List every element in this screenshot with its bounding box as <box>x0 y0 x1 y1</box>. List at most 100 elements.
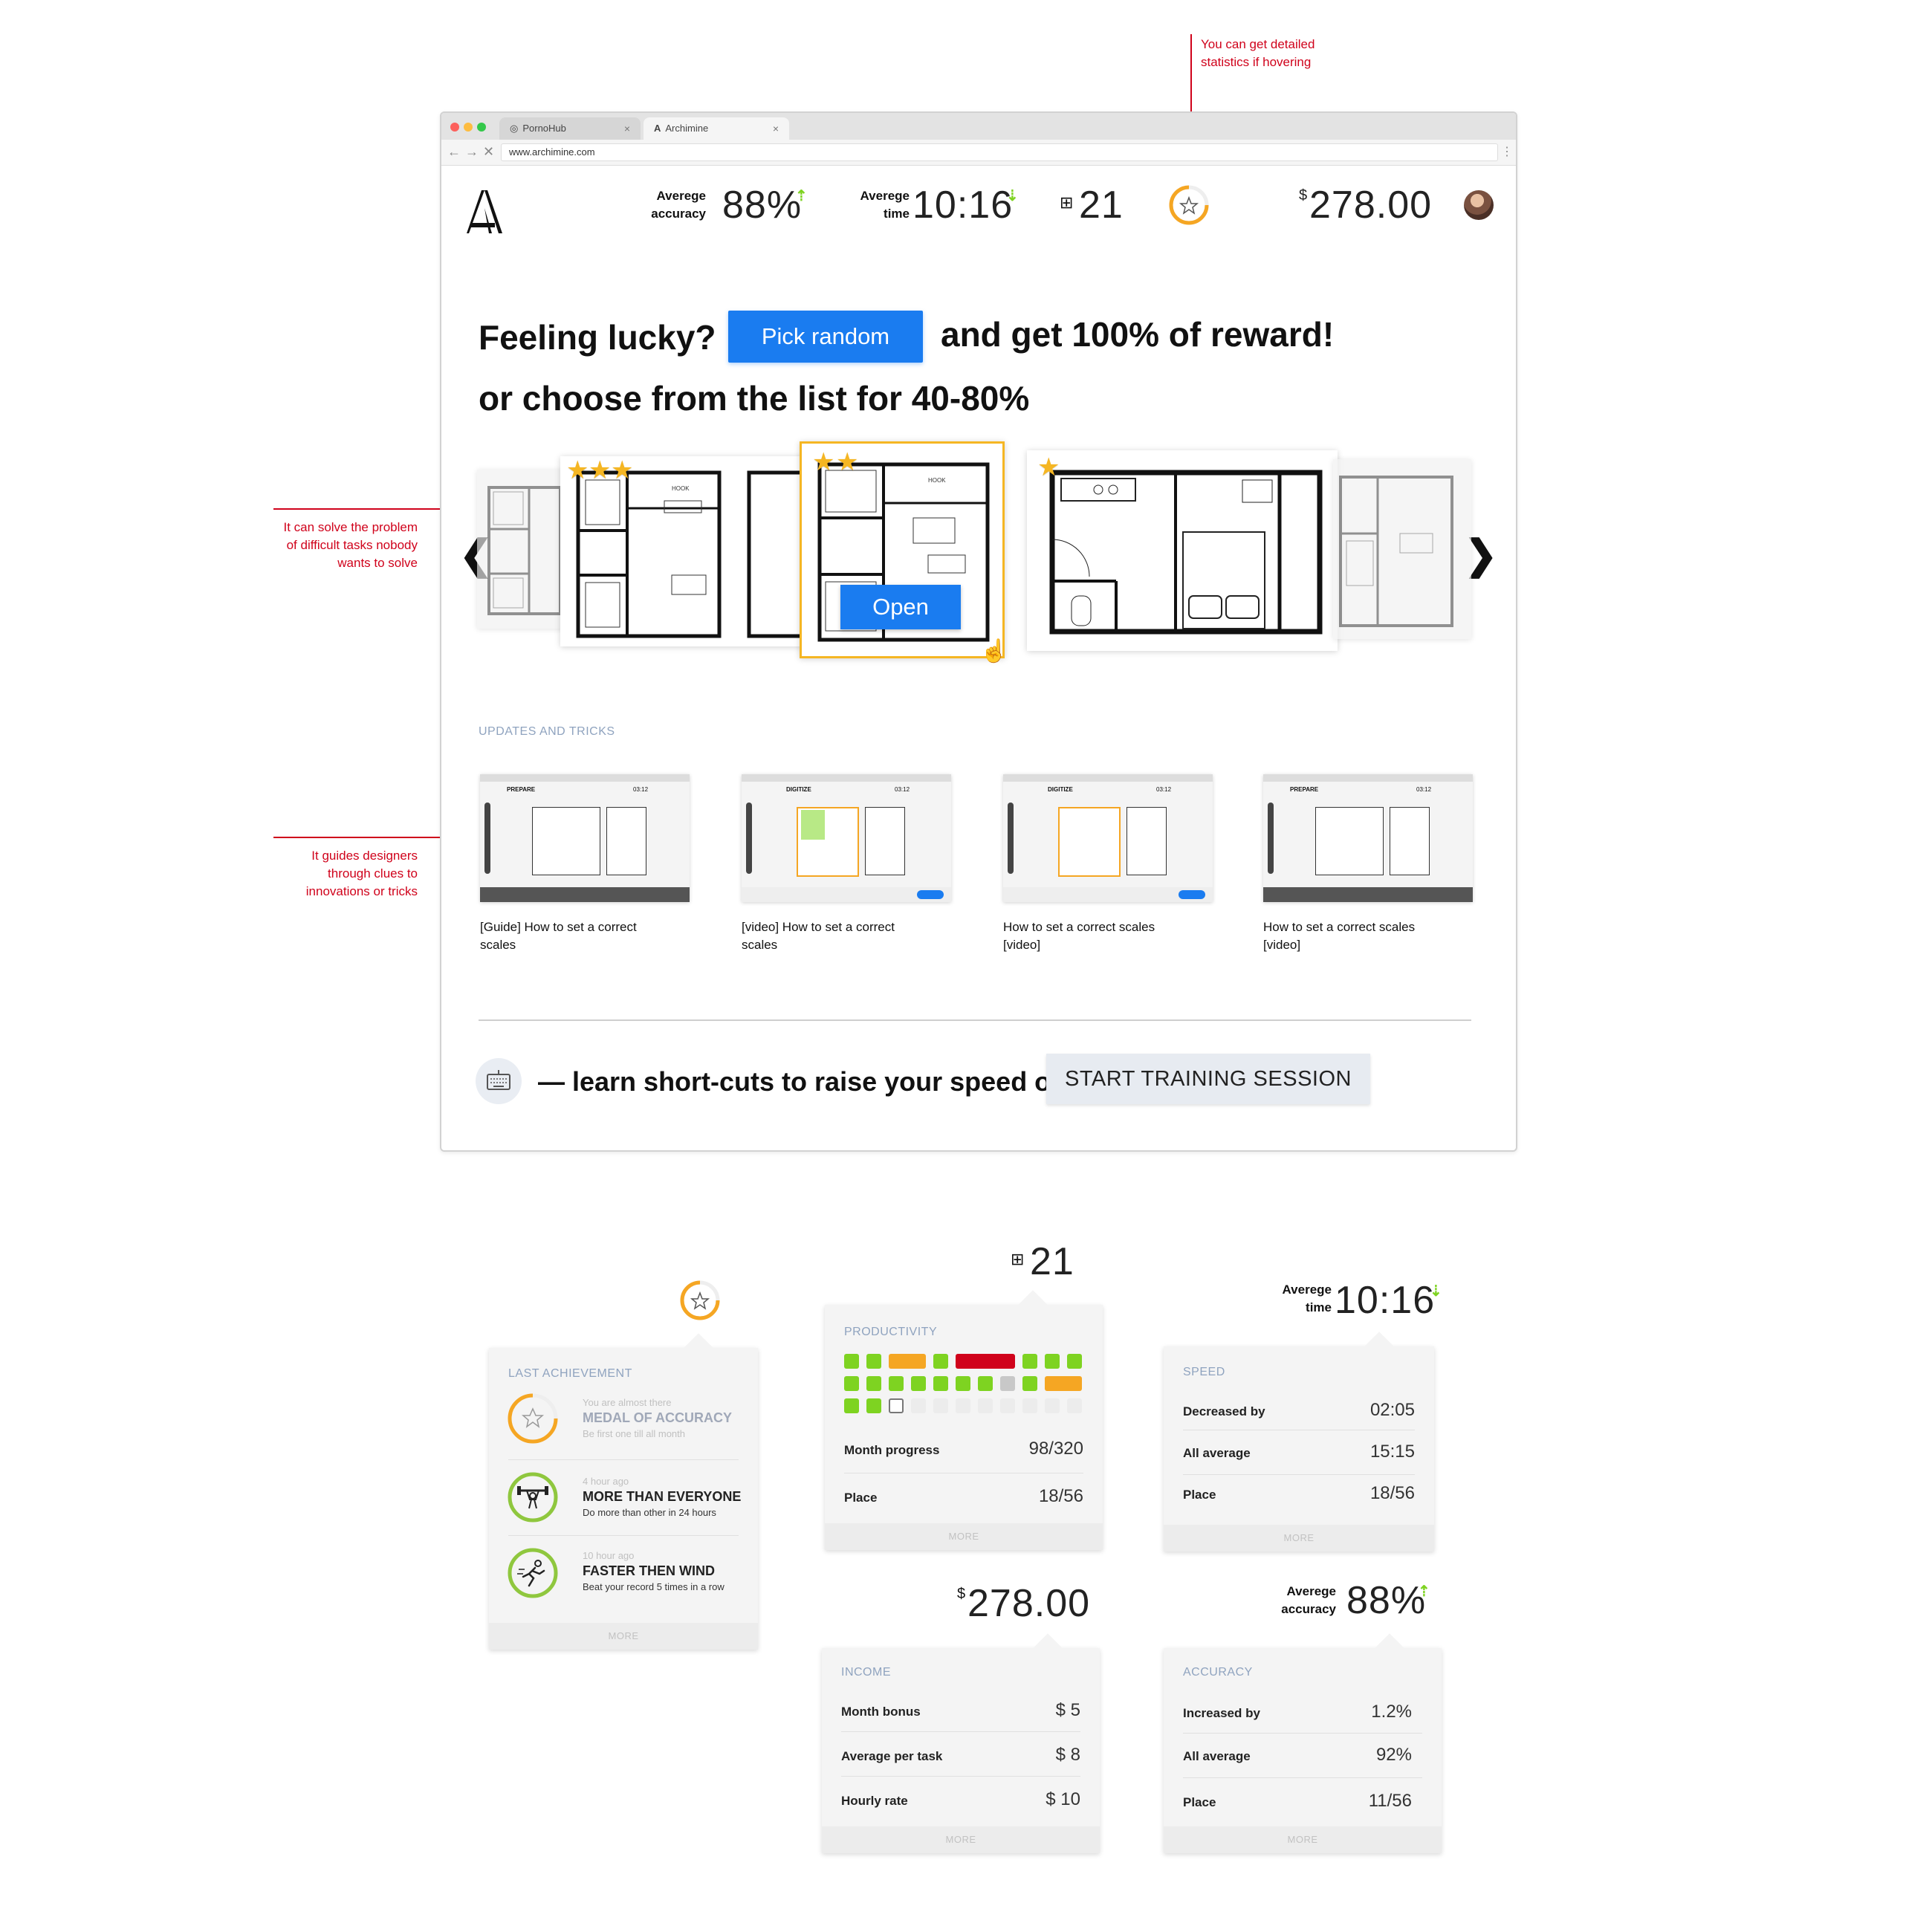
update-title[interactable]: How to set a correct scales [video] <box>1263 918 1415 954</box>
more-link[interactable]: MORE <box>489 1623 758 1650</box>
browser-menu-icon[interactable]: ⋮ <box>1501 144 1513 159</box>
address-bar-row: ← → ✕ www.archimine.com ⋮ <box>441 140 1516 166</box>
url-input[interactable]: www.archimine.com <box>501 143 1498 161</box>
task-card[interactable]: HOOK ★ ★ ★ <box>560 456 805 646</box>
productivity-cell <box>844 1376 859 1391</box>
minimize-window-dot[interactable] <box>464 123 473 132</box>
stat-row-label: Place <box>844 1491 878 1505</box>
productivity-cell <box>978 1376 993 1391</box>
stat-row-label: Place <box>1183 1488 1216 1502</box>
stat-row-value: 15:15 <box>1369 1442 1415 1462</box>
tasks-value[interactable]: 21 <box>1079 184 1124 226</box>
productivity-cell <box>978 1398 993 1413</box>
achievement-medal-icon[interactable] <box>1168 184 1210 226</box>
stop-icon[interactable]: ✕ <box>483 144 494 160</box>
thumb-browser-bar <box>480 774 690 782</box>
close-tab-icon[interactable]: × <box>773 117 779 140</box>
stat-row-value: $ 5 <box>1055 1700 1080 1720</box>
stat-row-label: All average <box>1183 1446 1251 1460</box>
section-divider <box>479 1019 1471 1021</box>
popover-title: SPEED <box>1183 1366 1225 1378</box>
back-arrow-icon[interactable]: ← <box>447 144 461 160</box>
update-title[interactable]: [Guide] How to set a correct scales <box>480 918 637 954</box>
productivity-cell <box>1022 1376 1037 1391</box>
browser-tab-2[interactable]: A Archimine × <box>644 117 789 140</box>
task-card[interactable]: ★ <box>1027 450 1338 651</box>
more-link[interactable]: MORE <box>1164 1826 1442 1853</box>
productivity-cell <box>933 1398 948 1413</box>
achievement-title: MORE THAN EVERYONE <box>583 1489 742 1504</box>
close-tab-icon[interactable]: × <box>624 117 630 140</box>
more-link[interactable]: MORE <box>822 1826 1100 1853</box>
user-avatar[interactable] <box>1464 190 1494 220</box>
stat-row-label: All average <box>1183 1749 1251 1763</box>
trend-up-icon: ⇡ <box>795 188 808 204</box>
start-training-button[interactable]: START TRAINING SESSION <box>1046 1054 1370 1104</box>
archimine-logo-icon: A <box>654 123 661 134</box>
keyboard-icon[interactable] <box>476 1058 522 1104</box>
trend-down-icon: ⇣ <box>1430 1283 1442 1300</box>
stat-row-value: 18/56 <box>1369 1483 1415 1503</box>
annotation-hover-stats: You can get detailed statistics if hover… <box>1201 37 1315 69</box>
productivity-cell <box>933 1354 948 1369</box>
thumb-plan <box>1315 807 1384 875</box>
stat-row-label: Place <box>1183 1795 1216 1809</box>
star-icon: ★ <box>589 456 612 484</box>
open-task-button[interactable]: Open <box>840 585 961 629</box>
runner-icon <box>508 1548 558 1598</box>
thumb-tool-sidebar <box>1008 802 1014 874</box>
tab-label: PornoHub <box>522 123 566 134</box>
close-window-dot[interactable] <box>450 123 459 132</box>
accuracy-value[interactable]: 88% <box>722 184 802 226</box>
productivity-cell <box>911 1376 926 1391</box>
row-divider <box>508 1535 739 1536</box>
productivity-cell <box>933 1376 948 1391</box>
update-thumbnail[interactable]: PREPARE 03:12 <box>480 774 690 902</box>
more-link[interactable]: MORE <box>825 1523 1103 1550</box>
stat-row-value: 18/56 <box>1038 1486 1083 1506</box>
update-title[interactable]: How to set a correct scales [video] <box>1003 918 1155 954</box>
productivity-cell <box>1022 1354 1037 1369</box>
weightlifter-icon <box>508 1472 558 1523</box>
update-thumbnail[interactable]: DIGITIZE 03:12 <box>1003 774 1213 902</box>
currency-symbol: $ <box>1299 187 1308 204</box>
popover-notch <box>1018 1290 1048 1320</box>
task-card-selected[interactable]: HOOK ★ ★ Open ☝ <box>800 441 1008 664</box>
pick-random-button[interactable]: Pick random <box>728 311 923 363</box>
task-card[interactable] <box>477 470 566 629</box>
trend-up-icon: ⇡ <box>1418 1583 1430 1600</box>
maximize-window-dot[interactable] <box>477 123 486 132</box>
task-card[interactable] <box>1333 459 1471 639</box>
money-value: 278.00 <box>967 1582 1091 1625</box>
forward-arrow-icon[interactable]: → <box>465 144 479 160</box>
productivity-cell <box>956 1376 970 1391</box>
update-thumbnail[interactable]: DIGITIZE 03:12 <box>742 774 951 902</box>
productivity-cell <box>844 1354 859 1369</box>
update-thumbnail[interactable]: PREPARE 03:12 <box>1263 774 1473 902</box>
thumb-timer: 03:12 <box>1156 786 1172 793</box>
row-divider <box>841 1731 1080 1732</box>
update-title[interactable]: [video] How to set a correct scales <box>742 918 895 954</box>
money-value[interactable]: 278.00 <box>1309 184 1432 226</box>
archimine-logo[interactable] <box>462 186 507 238</box>
browser-window: ◎ PornoHub × A Archimine × ← → ✕ www.archi… <box>440 111 1517 1152</box>
popover-notch <box>1033 1633 1063 1663</box>
accuracy-label: Averege accuracy <box>651 189 706 221</box>
stat-row-value: 92% <box>1375 1745 1412 1765</box>
tasks-value: 21 <box>1030 1240 1074 1283</box>
floor-plan-image <box>487 486 562 615</box>
browser-tab-1[interactable]: ◎ PornoHub × <box>499 117 641 140</box>
achievement-title: FASTER THEN WIND <box>583 1563 715 1578</box>
row-divider <box>508 1459 739 1460</box>
productivity-cell <box>1000 1398 1015 1413</box>
time-value: 10:16 <box>1335 1279 1436 1322</box>
speed-popover: SPEED Decreased by 02:05 All average 15:… <box>1164 1332 1434 1552</box>
tasks-icon: ⊞ <box>1011 1250 1025 1268</box>
annotation-difficult-tasks: It can solve the problem of difficult ta… <box>283 520 418 570</box>
time-value[interactable]: 10:16 <box>912 184 1013 226</box>
thumb-step-label: PREPARE <box>507 786 536 793</box>
more-link[interactable]: MORE <box>1164 1525 1434 1552</box>
thumb-tool-sidebar <box>1268 802 1274 874</box>
thumb-tool-sidebar <box>746 802 752 874</box>
accuracy-label: Averege accuracy <box>1281 1584 1336 1616</box>
